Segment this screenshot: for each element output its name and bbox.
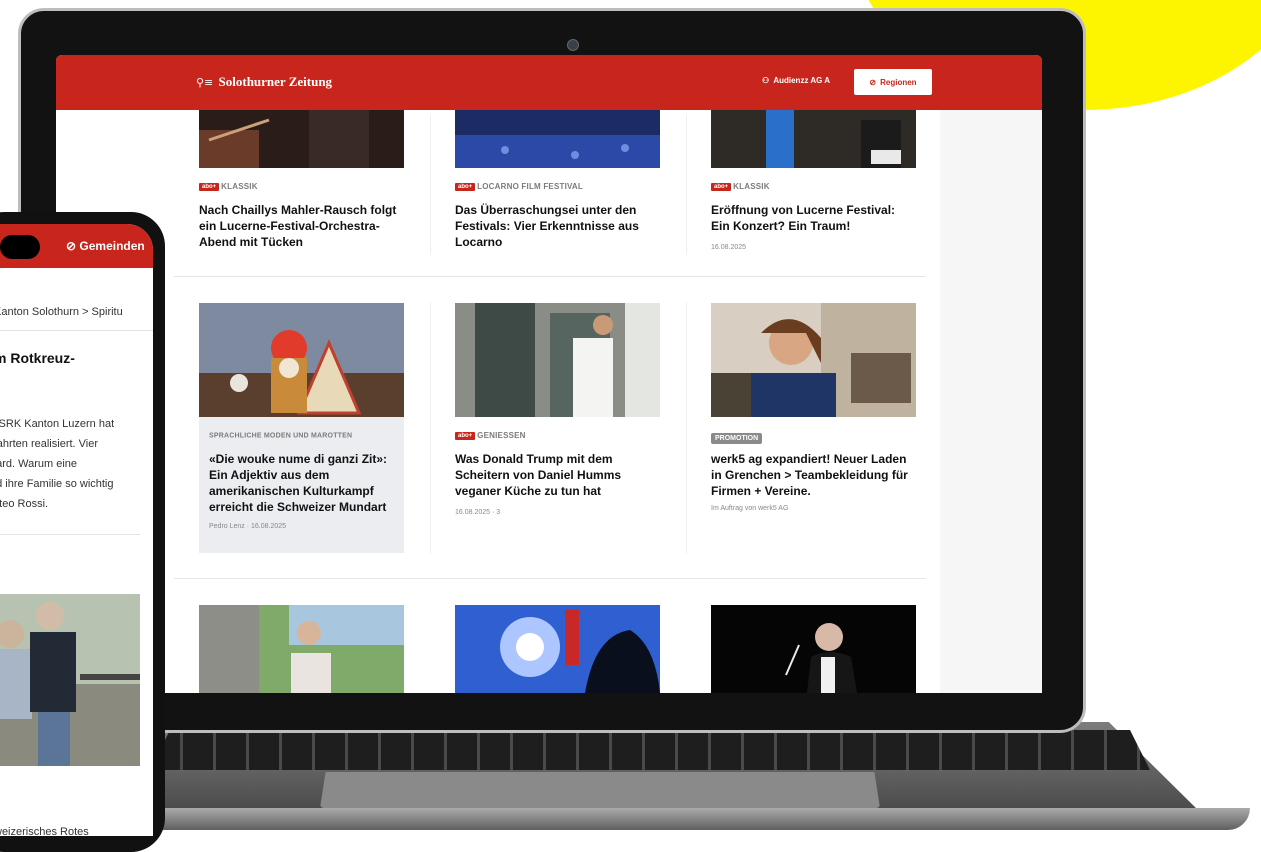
dynamic-island bbox=[0, 235, 40, 259]
article-snippet: weizerisches Rotes bbox=[0, 826, 89, 836]
teaser-line: s SRK Kanton Luzern hat bbox=[0, 418, 115, 430]
laptop-base-front bbox=[40, 808, 1250, 830]
abo-badge: abo+ bbox=[711, 182, 732, 191]
row-divider bbox=[174, 578, 926, 579]
article-title[interactable]: Was Donald Trump mit dem Scheitern von D… bbox=[455, 451, 660, 499]
column-divider bbox=[686, 115, 687, 255]
article-image[interactable] bbox=[0, 594, 140, 766]
municipalities-button[interactable]: ⊘ Gemeinden bbox=[66, 239, 145, 253]
user-icon: ⚇ bbox=[762, 76, 770, 85]
article-image[interactable] bbox=[199, 605, 404, 693]
article-kicker: KLASSIK bbox=[221, 182, 258, 192]
article-card[interactable]: abo+ KLASSIK Nach Chaillys Mahler-Rausch … bbox=[199, 178, 404, 250]
compass-icon: ⊘ bbox=[869, 77, 877, 87]
column-divider bbox=[686, 303, 687, 553]
abo-badge: abo+ bbox=[199, 182, 220, 191]
breadcrumb[interactable]: Kanton Solothurn > Spiritu bbox=[0, 306, 123, 318]
camera-icon bbox=[567, 39, 579, 51]
phone-screen: ⊘ Gemeinden Kanton Solothurn > Spiritu m… bbox=[0, 224, 153, 836]
laptop-screen: ⚲≡ Solothurner Zeitung ⚇ Audienzz AG A ⊘… bbox=[56, 55, 1042, 693]
article-meta: 16.08.2025 · 3 bbox=[455, 509, 660, 516]
teaser-line: hard. Warum eine bbox=[0, 458, 78, 470]
article-author-date: Pedro Lenz · 16.08.2025 bbox=[209, 523, 287, 530]
search-menu-icon[interactable]: ⚲≡ bbox=[196, 76, 213, 89]
phone-header: ⊘ Gemeinden bbox=[0, 224, 153, 268]
abo-badge: abo+ bbox=[455, 182, 476, 191]
compass-icon: ⊘ bbox=[66, 239, 77, 253]
teaser-line: nd ihre Familie so wichtig bbox=[0, 478, 114, 490]
article-card[interactable]: abo+ KLASSIK Eröffnung von Lucerne Festiv… bbox=[711, 178, 916, 251]
article-date: 16.08.2025 bbox=[711, 244, 747, 251]
promotion-badge: PROMOTION bbox=[711, 433, 763, 444]
article-title[interactable]: Nach Chaillys Mahler-Rausch folgt ein Lu… bbox=[199, 202, 404, 250]
teaser-line: atteo Rossi. bbox=[0, 498, 49, 510]
row-divider bbox=[174, 276, 926, 277]
regions-button[interactable]: ⊘ Regionen bbox=[854, 69, 932, 95]
article-image[interactable] bbox=[711, 303, 916, 417]
article-image[interactable] bbox=[455, 110, 660, 168]
logo-text: Solothurner Zeitung bbox=[218, 74, 333, 89]
column-divider bbox=[430, 115, 431, 255]
article-kicker: KLASSIK bbox=[733, 182, 770, 192]
article-date-comments: 16.08.2025 · 3 bbox=[455, 509, 501, 516]
article-image[interactable] bbox=[199, 303, 404, 417]
article-image[interactable] bbox=[711, 110, 916, 168]
article-title[interactable]: Das Überraschungsei unter den Festivals:… bbox=[455, 202, 660, 250]
article-image[interactable] bbox=[455, 605, 660, 693]
article-headline[interactable]: m Rotkreuz- bbox=[0, 350, 75, 366]
article-card-highlighted[interactable]: SPRACHLICHE MODEN UND MAROTTEN «Die wouk… bbox=[199, 417, 404, 553]
site-logo[interactable]: ⚲≡ Solothurner Zeitung bbox=[196, 74, 332, 90]
user-name: Audienzz AG A bbox=[773, 76, 831, 85]
article-image[interactable] bbox=[455, 303, 660, 417]
article-kicker: SPRACHLICHE MODEN UND MAROTTEN bbox=[209, 432, 353, 440]
article-title[interactable]: werk5 ag expandiert! Neuer Laden in Gren… bbox=[711, 451, 916, 499]
abo-badge: abo+ bbox=[455, 431, 476, 440]
article-card[interactable]: PROMOTION werk5 ag expandiert! Neuer Lad… bbox=[711, 427, 916, 512]
teaser-line: Fahrten realisiert. Vier bbox=[0, 438, 99, 450]
article-image[interactable] bbox=[199, 110, 404, 168]
article-card[interactable]: abo+ GENIESSEN Was Donald Trump mit dem S… bbox=[455, 427, 660, 516]
article-title[interactable]: «Die wouke nume di ganzi Zit»: Ein Adjek… bbox=[209, 451, 394, 515]
article-image[interactable] bbox=[711, 605, 916, 693]
laptop-keyboard bbox=[150, 730, 1150, 770]
article-kicker: LOCARNO FILM FESTIVAL bbox=[477, 182, 583, 192]
column-divider bbox=[430, 303, 431, 553]
laptop-trackpad bbox=[320, 772, 880, 808]
breadcrumb-divider bbox=[0, 330, 153, 331]
article-teaser: s SRK Kanton Luzern hat Fahrten realisie… bbox=[0, 414, 153, 514]
content-divider bbox=[0, 534, 140, 535]
site-header: ⚲≡ Solothurner Zeitung ⚇ Audienzz AG A ⊘… bbox=[56, 55, 1042, 110]
article-card[interactable]: abo+ LOCARNO FILM FESTIVAL Das Überraschu… bbox=[455, 178, 660, 250]
municipalities-label: Gemeinden bbox=[79, 239, 145, 253]
right-sidebar bbox=[940, 110, 1042, 693]
article-sponsor: Im Auftrag von werk5 AG bbox=[711, 505, 789, 512]
regions-label: Regionen bbox=[880, 77, 917, 87]
user-account[interactable]: ⚇ Audienzz AG A bbox=[762, 76, 830, 85]
article-kicker: GENIESSEN bbox=[477, 431, 526, 441]
article-title[interactable]: Eröffnung von Lucerne Festival: Ein Konz… bbox=[711, 202, 916, 234]
